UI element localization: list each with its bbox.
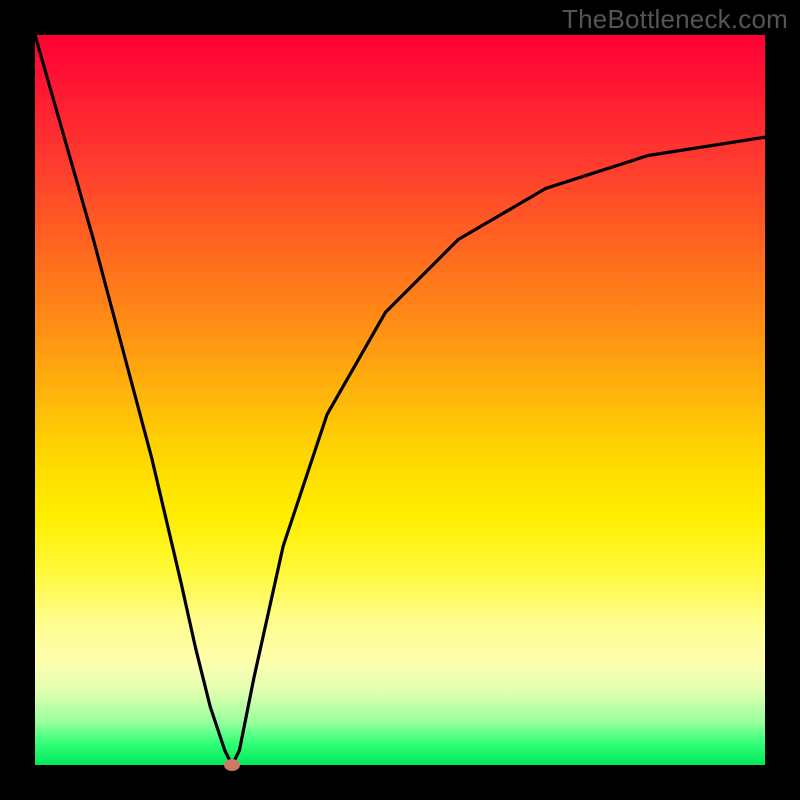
plot-area [35, 35, 765, 765]
watermark-text: TheBottleneck.com [562, 4, 788, 35]
optimal-point-marker [224, 759, 240, 771]
chart-frame: TheBottleneck.com [0, 0, 800, 800]
bottleneck-curve [35, 35, 765, 765]
